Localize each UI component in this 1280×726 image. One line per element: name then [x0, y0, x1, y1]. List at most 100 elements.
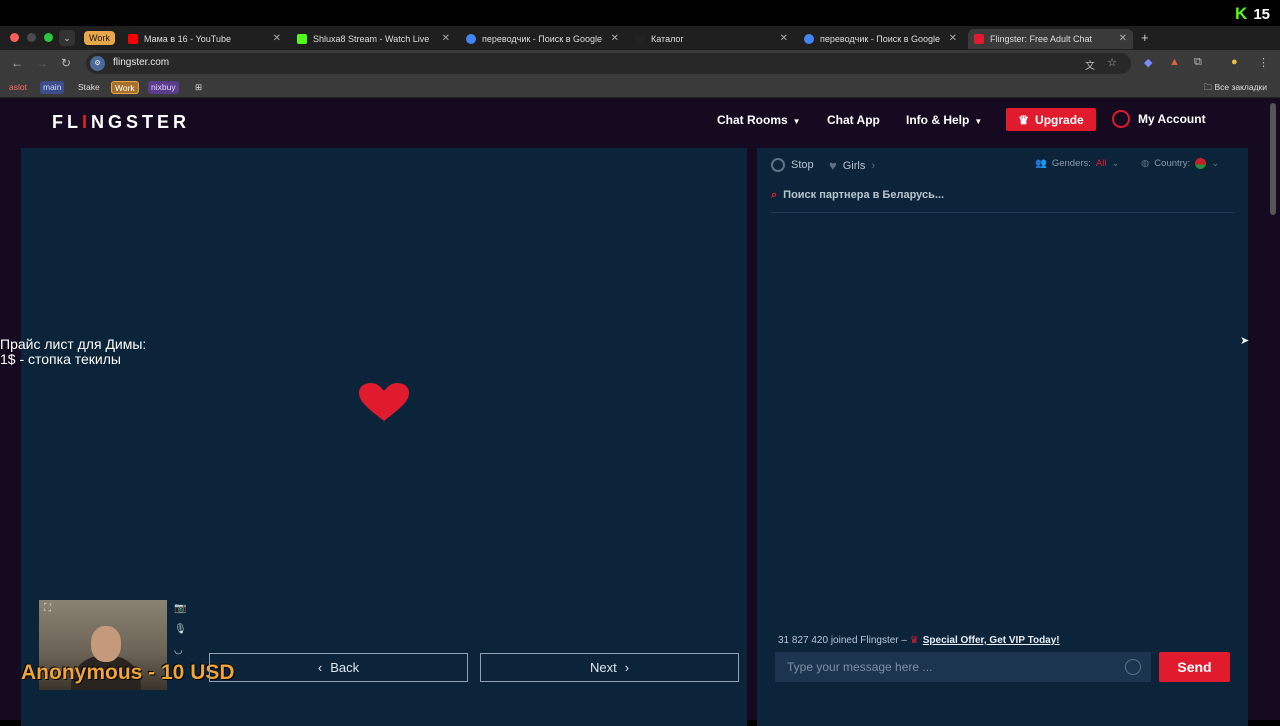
- google-icon: [466, 34, 476, 44]
- bookmark-main[interactable]: main: [40, 81, 65, 94]
- back-arrow-icon[interactable]: ←: [11, 56, 23, 70]
- browser-menu-icon[interactable]: ⋮: [1258, 56, 1269, 69]
- forward-arrow-icon[interactable]: →: [36, 56, 48, 70]
- stream-overlay-strip: K 15: [0, 0, 1280, 26]
- close-tab-icon[interactable]: ✕: [780, 33, 788, 44]
- tab-youtube[interactable]: Мама в 16 - YouTube ✕: [122, 29, 287, 49]
- close-window-button[interactable]: [10, 33, 19, 42]
- close-tab-icon[interactable]: ✕: [273, 33, 281, 44]
- logo-part: NGSTER: [91, 112, 191, 132]
- tab-catalog[interactable]: Каталог ✕: [629, 29, 794, 49]
- chevron-left-icon: ‹: [317, 660, 323, 675]
- reload-icon[interactable]: ↻: [61, 56, 71, 70]
- message-input[interactable]: Type your message here ...: [775, 652, 1151, 682]
- menu-label: Chat App: [827, 113, 880, 127]
- site-info-icon[interactable]: ⚙: [90, 56, 105, 71]
- genders-label: Genders:: [1051, 158, 1091, 169]
- browser-tab-bar: ⌄ Work Мама в 16 - YouTube ✕ Shluxa8 Str…: [0, 26, 1280, 50]
- all-bookmarks[interactable]: 🗀 Все закладки: [1201, 81, 1270, 94]
- my-account-link[interactable]: My Account: [1112, 110, 1206, 128]
- bookmark-nixbuy[interactable]: nixbuy: [148, 81, 179, 94]
- chevron-right-icon: ›: [624, 660, 630, 675]
- tab-group-work[interactable]: Work: [84, 31, 115, 45]
- girls-filter[interactable]: ♥ Girls ›: [829, 158, 875, 173]
- country-select[interactable]: ◍ Country: ⌄: [1141, 158, 1219, 169]
- page-scrollbar[interactable]: [1270, 103, 1276, 215]
- price-line: 1$ - стопка текилы: [0, 351, 121, 367]
- mask-icon[interactable]: ◡: [174, 645, 183, 656]
- tab-title: переводчик - Поиск в Google: [482, 34, 603, 44]
- tab-flingster[interactable]: Flingster: Free Adult Chat ✕: [968, 29, 1133, 49]
- vip-offer-link[interactable]: Special Offer, Get VIP Today!: [923, 635, 1060, 646]
- mouse-cursor-icon: ➤: [1240, 335, 1250, 347]
- genders-select[interactable]: 👥 Genders: All ⌄: [1035, 158, 1119, 169]
- extension-icon[interactable]: ▲: [1169, 56, 1180, 68]
- account-label: My Account: [1138, 112, 1206, 126]
- send-button[interactable]: Send: [1159, 652, 1230, 682]
- close-tab-icon[interactable]: ✕: [611, 33, 619, 44]
- tab-shluxa8[interactable]: Shluxa8 Stream - Watch Live ✕: [291, 29, 456, 49]
- heart-icon: [359, 383, 409, 421]
- bookmark-star-icon[interactable]: ☆: [1107, 56, 1117, 69]
- tab-title: Мама в 16 - YouTube: [144, 34, 231, 44]
- joined-count: 31 827 420 joined Flingster – ♛ Special O…: [778, 635, 1060, 646]
- bookmark-work[interactable]: Work: [111, 81, 139, 94]
- next-button[interactable]: Next ›: [480, 653, 739, 682]
- menu-chat-rooms[interactable]: Chat Rooms ▼: [717, 113, 801, 127]
- emoji-icon[interactable]: [1125, 659, 1141, 675]
- bookmark-aslot[interactable]: aslot: [6, 81, 30, 94]
- country-label: Country:: [1154, 158, 1191, 169]
- logo-part: I: [82, 112, 92, 132]
- belarus-flag-icon: [1195, 158, 1207, 169]
- kick-icon: [297, 34, 307, 44]
- menu-chat-app[interactable]: Chat App: [827, 113, 880, 127]
- close-tab-icon[interactable]: ✕: [1119, 33, 1127, 44]
- flingster-logo[interactable]: FLINGSTER: [52, 112, 190, 133]
- tab-title: Flingster: Free Adult Chat: [990, 34, 1093, 44]
- url-field[interactable]: ⚙ flingster.com 文 ☆: [86, 53, 1131, 74]
- site-header: FLINGSTER Chat Rooms ▼ Chat App Info & He…: [0, 98, 1270, 146]
- chevron-down-icon: ⌄: [1111, 158, 1120, 169]
- minimize-window-button[interactable]: [27, 33, 36, 42]
- stop-button[interactable]: Stop: [771, 158, 814, 172]
- extensions-puzzle-icon[interactable]: ⧉: [1194, 56, 1202, 69]
- maximize-window-button[interactable]: [44, 33, 53, 42]
- donation-alert: Anonymous - 10 USD: [21, 661, 235, 684]
- price-line: Прайс лист для Димы:: [0, 336, 147, 352]
- next-label: Next: [589, 660, 617, 675]
- tab-google-2[interactable]: переводчик - Поиск в Google ✕: [798, 29, 963, 49]
- all-bookmarks-label: Все закладки: [1214, 82, 1267, 92]
- back-label: Back: [330, 660, 360, 675]
- tab-google-1[interactable]: переводчик - Поиск в Google ✕: [460, 29, 625, 49]
- menu-label: Info & Help: [906, 113, 970, 127]
- chevron-right-icon: ›: [871, 159, 875, 172]
- globe-icon: ◍: [1141, 158, 1150, 169]
- viewer-count: 15: [1253, 5, 1270, 23]
- bookmark-stake[interactable]: Stake: [75, 81, 103, 94]
- translate-icon[interactable]: 文: [1085, 57, 1095, 72]
- back-button[interactable]: ‹ Back: [209, 653, 468, 682]
- camera-icon[interactable]: 📷: [174, 603, 186, 614]
- chat-panel: Stop ♥ Girls › 👥 Genders: All ⌄ ◍ Country: ⌄ ⌕ П…: [757, 148, 1248, 726]
- heart-outline-icon: ♥: [829, 158, 837, 173]
- stop-icon: [771, 158, 785, 172]
- close-tab-icon[interactable]: ✕: [949, 33, 957, 44]
- camera-person-head: [91, 626, 121, 662]
- new-tab-icon[interactable]: +: [1141, 30, 1149, 45]
- tab-search-chevron-icon[interactable]: ⌄: [59, 30, 75, 46]
- tab-title: Каталог: [651, 34, 684, 44]
- kick-viewer-badge: K 15: [1235, 4, 1270, 24]
- search-status: ⌕ Поиск партнера в Беларусь...: [771, 189, 1235, 213]
- apps-grid-icon[interactable]: ⊞: [192, 81, 205, 94]
- upgrade-button[interactable]: ♛ Upgrade: [1006, 108, 1096, 131]
- close-tab-icon[interactable]: ✕: [442, 33, 450, 44]
- google-icon: [804, 34, 814, 44]
- message-placeholder: Type your message here ...: [787, 660, 933, 674]
- menu-info-help[interactable]: Info & Help ▼: [906, 113, 982, 127]
- profile-avatar-icon[interactable]: ●: [1231, 56, 1238, 68]
- youtube-icon: [128, 34, 138, 44]
- extension-icon[interactable]: ◆: [1144, 56, 1152, 69]
- fullscreen-icon[interactable]: ⛶: [44, 603, 51, 614]
- caret-down-icon: ▼: [792, 117, 801, 126]
- microphone-icon[interactable]: 🎙: [174, 624, 187, 635]
